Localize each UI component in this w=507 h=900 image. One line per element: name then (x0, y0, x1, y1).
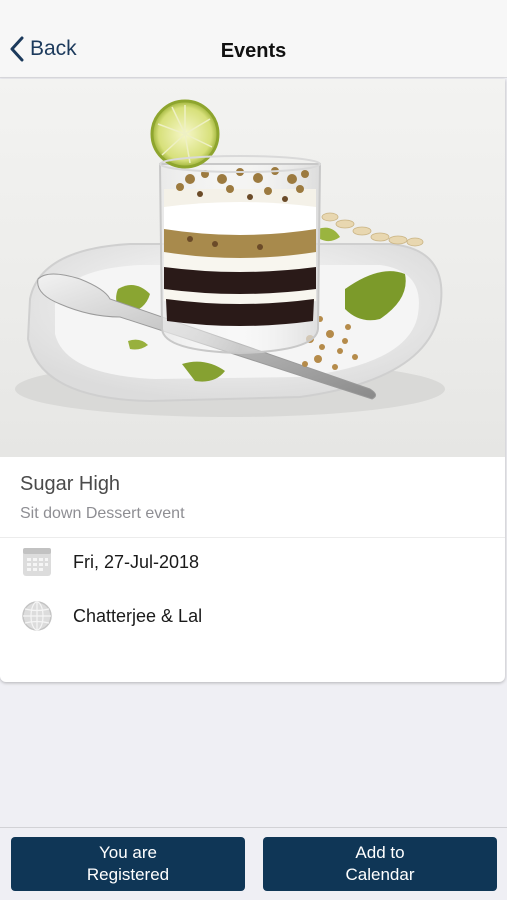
calendar-label-line1: Add to (355, 843, 405, 862)
event-venue: Chatterjee & Lal (73, 605, 203, 626)
bottom-action-bar: You are Registered Add to Calendar (0, 827, 507, 900)
divider (0, 537, 505, 538)
event-image (0, 79, 505, 457)
calendar-icon (20, 545, 54, 579)
event-venue-row: Chatterjee & Lal (20, 599, 202, 633)
event-date-row: Fri, 27-Jul-2018 (20, 545, 199, 579)
add-to-calendar-button[interactable]: Add to Calendar (263, 837, 497, 891)
navigation-bar: Back Events (0, 0, 507, 78)
event-date: Fri, 27-Jul-2018 (73, 551, 200, 572)
event-detail-screen: Back Events Sugar High Sit down Dessert … (0, 0, 507, 900)
event-title: Sugar High (20, 473, 121, 495)
event-subtitle: Sit down Dessert event (20, 505, 185, 522)
registered-label-line1: You are (99, 843, 157, 862)
registered-label-line2: Registered (86, 865, 170, 884)
event-card: Sugar High Sit down Dessert event Fri, 2… (0, 79, 505, 682)
calendar-label-line2: Calendar (345, 865, 415, 884)
registered-button[interactable]: You are Registered (11, 837, 245, 891)
page-title: Events (220, 40, 287, 62)
globe-icon (20, 599, 54, 633)
